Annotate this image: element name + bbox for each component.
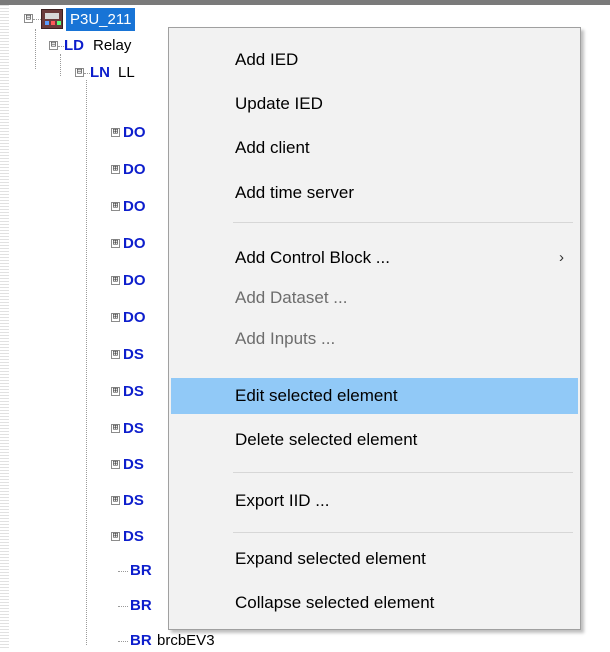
- menu-item-add-control-block[interactable]: Add Control Block ... ›: [171, 240, 578, 276]
- tree-node-ds[interactable]: DS: [123, 381, 168, 403]
- menu-separator: [233, 532, 573, 533]
- node-tag: DO: [123, 161, 146, 178]
- menu-item-collapse-selected[interactable]: Collapse selected element: [171, 585, 578, 621]
- tree-root-label[interactable]: P3U_211: [66, 8, 136, 31]
- node-tag: DS: [123, 420, 144, 437]
- tree-connector: [33, 19, 41, 20]
- tree-node-br[interactable]: BR brcbEV3: [130, 630, 270, 652]
- menu-item-label: Collapse selected element: [235, 593, 435, 612]
- tree-connector: [118, 571, 128, 572]
- node-tag: BR: [130, 597, 152, 614]
- menu-item-label: Edit selected element: [235, 386, 398, 405]
- expand-toggle-icon[interactable]: ⊞: [111, 313, 120, 322]
- ld-name: Relay: [93, 37, 132, 54]
- tree-node-do[interactable]: DO: [123, 196, 168, 218]
- tree-connector: [118, 641, 128, 642]
- ied-device-icon: [41, 9, 63, 29]
- menu-item-label: Add Dataset ...: [235, 288, 348, 307]
- tree-connector: [35, 29, 36, 69]
- node-tag: DS: [123, 456, 144, 473]
- menu-item-export-iid[interactable]: Export IID ...: [171, 483, 578, 519]
- expand-toggle-icon[interactable]: ⊞: [111, 496, 120, 505]
- tree-node-ld[interactable]: LD Relay: [64, 35, 174, 57]
- menu-item-label: Add Control Block ...: [235, 248, 390, 267]
- tree-node-ds[interactable]: DS: [123, 344, 168, 366]
- tree-connector: [86, 80, 87, 645]
- node-tag: DS: [123, 528, 144, 545]
- collapse-toggle-icon[interactable]: ⊟: [75, 68, 84, 77]
- tree-node-do[interactable]: DO: [123, 159, 168, 181]
- menu-item-label: Delete selected element: [235, 430, 418, 449]
- context-menu: Add IED Update IED Add client Add time s…: [168, 27, 581, 630]
- tree-node-ds[interactable]: DS: [123, 454, 168, 476]
- tree-node-ds[interactable]: DS: [123, 490, 168, 512]
- node-tag: DO: [123, 198, 146, 215]
- expand-toggle-icon[interactable]: ⊞: [111, 276, 120, 285]
- node-tag: DS: [123, 346, 144, 363]
- expand-toggle-icon[interactable]: ⊞: [111, 532, 120, 541]
- node-tag: BR: [130, 632, 152, 649]
- menu-item-label: Expand selected element: [235, 549, 426, 568]
- collapse-toggle-icon[interactable]: ⊟: [24, 14, 33, 23]
- expand-toggle-icon[interactable]: ⊞: [111, 460, 120, 469]
- menu-item-label: Export IID ...: [235, 491, 330, 510]
- expand-toggle-icon[interactable]: ⊞: [111, 128, 120, 137]
- node-tag: DO: [123, 124, 146, 141]
- node-tag: DO: [123, 272, 146, 289]
- menu-item-delete-selected[interactable]: Delete selected element: [171, 422, 578, 458]
- tree-node-ds[interactable]: DS: [123, 418, 168, 440]
- node-tag: DS: [123, 383, 144, 400]
- menu-item-add-time-server[interactable]: Add time server: [171, 175, 578, 211]
- menu-item-label: Add IED: [235, 50, 299, 69]
- menu-item-expand-selected[interactable]: Expand selected element: [171, 541, 578, 577]
- ln-name: LL: [118, 64, 135, 81]
- menu-item-update-ied[interactable]: Update IED: [171, 86, 578, 122]
- menu-item-edit-selected[interactable]: Edit selected element: [171, 378, 578, 414]
- expand-toggle-icon[interactable]: ⊞: [111, 239, 120, 248]
- tree-node-do[interactable]: DO: [123, 233, 168, 255]
- tree-node-do[interactable]: DO: [123, 307, 168, 329]
- menu-separator: [233, 222, 573, 223]
- expand-toggle-icon[interactable]: ⊞: [111, 424, 120, 433]
- menu-item-add-client[interactable]: Add client: [171, 130, 578, 166]
- node-tag: DS: [123, 492, 144, 509]
- ln-tag: LN: [90, 64, 110, 81]
- node-name: brcbEV3: [157, 632, 215, 649]
- submenu-arrow-icon: ›: [559, 249, 564, 266]
- tree-node-ds[interactable]: DS: [123, 526, 168, 548]
- ld-tag: LD: [64, 37, 84, 54]
- tree-node-ln[interactable]: LN LL: [90, 62, 170, 84]
- tree-node-br[interactable]: BR: [130, 595, 170, 617]
- menu-item-label: Add client: [235, 138, 310, 157]
- menu-item-add-inputs: Add Inputs ...: [171, 321, 578, 357]
- expand-toggle-icon[interactable]: ⊞: [111, 165, 120, 174]
- node-tag: DO: [123, 235, 146, 252]
- menu-item-add-ied[interactable]: Add IED: [171, 42, 578, 78]
- collapse-toggle-icon[interactable]: ⊟: [49, 41, 58, 50]
- tree-node-do[interactable]: DO: [123, 270, 168, 292]
- tree-connector: [60, 54, 61, 76]
- menu-separator: [233, 472, 573, 473]
- menu-item-label: Add Inputs ...: [235, 329, 336, 348]
- tree-connector: [118, 606, 128, 607]
- tree-node-br[interactable]: BR: [130, 560, 170, 582]
- menu-item-label: Update IED: [235, 94, 323, 113]
- menu-item-add-dataset: Add Dataset ...: [171, 280, 578, 316]
- node-tag: DO: [123, 309, 146, 326]
- expand-toggle-icon[interactable]: ⊞: [111, 202, 120, 211]
- tree-node-do[interactable]: DO: [123, 122, 168, 144]
- menu-item-label: Add time server: [235, 183, 355, 202]
- expand-toggle-icon[interactable]: ⊞: [111, 350, 120, 359]
- expand-toggle-icon[interactable]: ⊞: [111, 387, 120, 396]
- node-tag: BR: [130, 562, 152, 579]
